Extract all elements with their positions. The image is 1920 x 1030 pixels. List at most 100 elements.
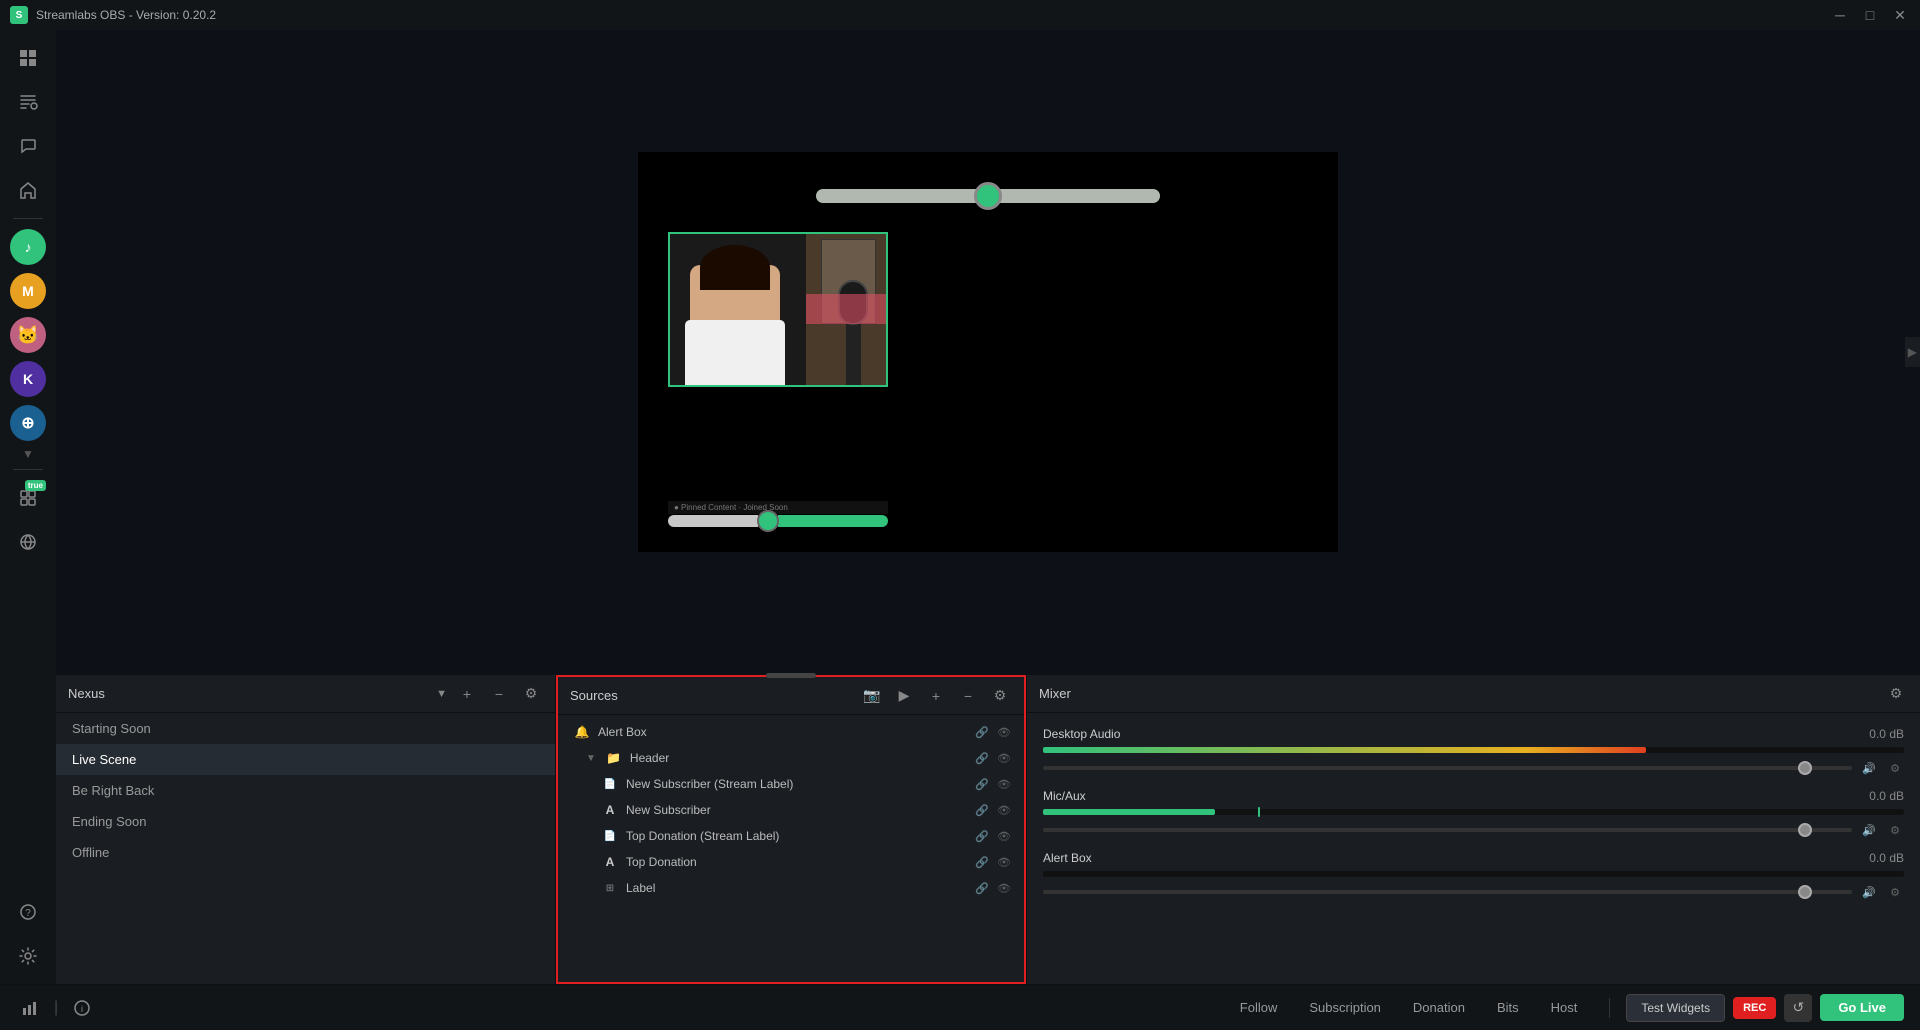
- sources-camera-button[interactable]: 📷: [860, 684, 884, 708]
- mixer-mic-aux-mute-button[interactable]: 🔊: [1860, 821, 1878, 839]
- svg-text:?: ?: [25, 908, 31, 919]
- minimize-button[interactable]: ─: [1830, 5, 1850, 25]
- stream-progress-bar: [668, 510, 888, 532]
- mixer-desktop-audio-slider[interactable]: [1043, 766, 1852, 770]
- source-item-label[interactable]: ⊞ Label 🔗 👁: [558, 875, 1024, 901]
- mixer-alert-box-label: Alert Box: [1043, 851, 1092, 865]
- source-header-eye-icon[interactable]: 👁: [996, 750, 1012, 766]
- home-nav-icon[interactable]: [8, 170, 48, 210]
- mixer-alert-box-level: [1043, 871, 1904, 877]
- mixer-desktop-audio-fill: [1043, 747, 1646, 753]
- source-top-don2-link-icon[interactable]: 🔗: [974, 854, 990, 870]
- sources-remove-button[interactable]: −: [956, 684, 980, 708]
- source-item-new-subscriber-text: New Subscriber: [626, 803, 966, 817]
- mixer-alert-box-gear-icon[interactable]: ⚙: [1886, 883, 1904, 901]
- subscription-tab[interactable]: Subscription: [1293, 994, 1397, 1021]
- mixer-alert-box-mute-button[interactable]: 🔊: [1860, 883, 1878, 901]
- scene-item-starting-soon[interactable]: Starting Soon: [56, 713, 555, 744]
- source-item-new-subscriber-label-text: New Subscriber (Stream Label): [626, 777, 966, 791]
- mixer-desktop-audio-mute-button[interactable]: 🔊: [1860, 759, 1878, 777]
- scenes-panel-header: Nexus ▼ + − ⚙: [56, 675, 555, 713]
- source-label-eye-icon[interactable]: 👁: [996, 880, 1012, 896]
- mixer-mic-aux-label: Mic/Aux: [1043, 789, 1086, 803]
- plugins-nav-icon[interactable]: true: [8, 478, 48, 518]
- title-bar-left: S Streamlabs OBS - Version: 0.20.2: [10, 6, 216, 24]
- sidebar-chevron-icon[interactable]: ▼: [22, 447, 34, 461]
- source-new-sub2-eye-icon[interactable]: 👁: [996, 802, 1012, 818]
- preview-canvas: ● Pinned Content · Joined Soon: [638, 152, 1338, 552]
- mixer-panel-header: Mixer ⚙: [1027, 675, 1920, 713]
- source-top-don-link-icon[interactable]: 🔗: [974, 828, 990, 844]
- source-link-icon[interactable]: 🔗: [974, 724, 990, 740]
- mixer-mic-aux-slider[interactable]: [1043, 828, 1852, 832]
- follow-tab[interactable]: Follow: [1224, 994, 1294, 1021]
- editor-nav-icon[interactable]: [8, 82, 48, 122]
- source-new-sub-eye-icon[interactable]: 👁: [996, 776, 1012, 792]
- mixer-list: Desktop Audio 0.0 dB �: [1027, 713, 1920, 984]
- sources-settings-button[interactable]: ⚙: [988, 684, 1012, 708]
- scenes-settings-button[interactable]: ⚙: [519, 682, 543, 706]
- title-bar: S Streamlabs OBS - Version: 0.20.2 ─ □ ✕: [0, 0, 1920, 30]
- rec-button[interactable]: REC: [1733, 997, 1776, 1019]
- mixer-item-desktop-audio-header: Desktop Audio 0.0 dB: [1043, 727, 1904, 741]
- source-item-top-donation[interactable]: A Top Donation 🔗 👁: [558, 849, 1024, 875]
- source-top-don-eye-icon[interactable]: 👁: [996, 828, 1012, 844]
- scenes-nav-icon[interactable]: [8, 38, 48, 78]
- stream-label-icon-1: 📄: [602, 776, 618, 792]
- mixer-desktop-audio-gear-icon[interactable]: ⚙: [1886, 759, 1904, 777]
- source-eye-icon[interactable]: 👁: [996, 724, 1012, 740]
- scene-item-be-right-back[interactable]: Be Right Back: [56, 775, 555, 806]
- avatar-m-icon[interactable]: M: [8, 271, 48, 311]
- go-live-button[interactable]: Go Live: [1820, 994, 1904, 1021]
- bits-tab[interactable]: Bits: [1481, 994, 1535, 1021]
- source-item-top-donation-label[interactable]: 📄 Top Donation (Stream Label) 🔗 👁: [558, 823, 1024, 849]
- test-widgets-button[interactable]: Test Widgets: [1626, 994, 1725, 1022]
- source-item-top-donation-text: Top Donation: [626, 855, 966, 869]
- sources-add-button[interactable]: +: [924, 684, 948, 708]
- donation-tab[interactable]: Donation: [1397, 994, 1481, 1021]
- help-nav-icon[interactable]: ?: [8, 892, 48, 932]
- scene-item-live-scene[interactable]: Live Scene: [56, 744, 555, 775]
- scene-item-offline[interactable]: Offline: [56, 837, 555, 868]
- mixer-mic-aux-level: [1043, 809, 1904, 815]
- reset-button[interactable]: ↺: [1784, 994, 1812, 1022]
- avatar-green-icon[interactable]: ♪: [8, 227, 48, 267]
- source-top-don2-eye-icon[interactable]: 👁: [996, 854, 1012, 870]
- stats-button[interactable]: [16, 994, 44, 1022]
- scenes-remove-button[interactable]: −: [487, 682, 511, 706]
- sources-file-button[interactable]: ▶: [892, 684, 916, 708]
- mixer-item-mic-aux: Mic/Aux 0.0 dB: [1027, 783, 1920, 845]
- avatar-cat-icon[interactable]: 🐱: [8, 315, 48, 355]
- source-new-sub2-link-icon[interactable]: 🔗: [974, 802, 990, 818]
- settings-nav-icon[interactable]: [8, 936, 48, 976]
- avatar-multi-icon[interactable]: ⊕: [8, 403, 48, 443]
- avatar-k-icon[interactable]: K: [8, 359, 48, 399]
- bottom-bar: | i Follow Subscription Donation Bits Ho…: [0, 984, 1920, 1030]
- info-button[interactable]: i: [68, 994, 96, 1022]
- source-item-header[interactable]: ▼ 📁 Header 🔗 👁: [558, 745, 1024, 771]
- mixer-mic-aux-gear-icon[interactable]: ⚙: [1886, 821, 1904, 839]
- source-item-new-subscriber[interactable]: A New Subscriber 🔗 👁: [558, 797, 1024, 823]
- scenes-dropdown-icon[interactable]: ▼: [436, 688, 447, 700]
- alert-box-icon: 🔔: [574, 724, 590, 740]
- mixer-settings-button[interactable]: ⚙: [1884, 682, 1908, 706]
- webcam-overlay: [668, 232, 888, 387]
- preview-area: ● Pinned Content · Joined Soon ▶: [56, 30, 1920, 674]
- mixer-mic-aux-controls: 🔊 ⚙: [1043, 821, 1904, 839]
- host-tab[interactable]: Host: [1535, 994, 1594, 1021]
- expand-arrow[interactable]: ▶: [1905, 337, 1920, 367]
- mixer-alert-box-slider[interactable]: [1043, 890, 1852, 894]
- globe-nav-icon[interactable]: [8, 522, 48, 562]
- chat-nav-icon[interactable]: [8, 126, 48, 166]
- source-header-link-icon[interactable]: 🔗: [974, 750, 990, 766]
- source-item-alert-box[interactable]: 🔔 Alert Box 🔗 👁: [558, 719, 1024, 745]
- new-badge: true: [25, 480, 46, 491]
- source-new-sub-link-icon[interactable]: 🔗: [974, 776, 990, 792]
- close-button[interactable]: ✕: [1890, 5, 1910, 25]
- scenes-add-button[interactable]: +: [455, 682, 479, 706]
- resize-handle[interactable]: [766, 673, 816, 678]
- source-item-new-subscriber-label[interactable]: 📄 New Subscriber (Stream Label) 🔗 👁: [558, 771, 1024, 797]
- maximize-button[interactable]: □: [1860, 5, 1880, 25]
- source-label-link-icon[interactable]: 🔗: [974, 880, 990, 896]
- scene-item-ending-soon[interactable]: Ending Soon: [56, 806, 555, 837]
